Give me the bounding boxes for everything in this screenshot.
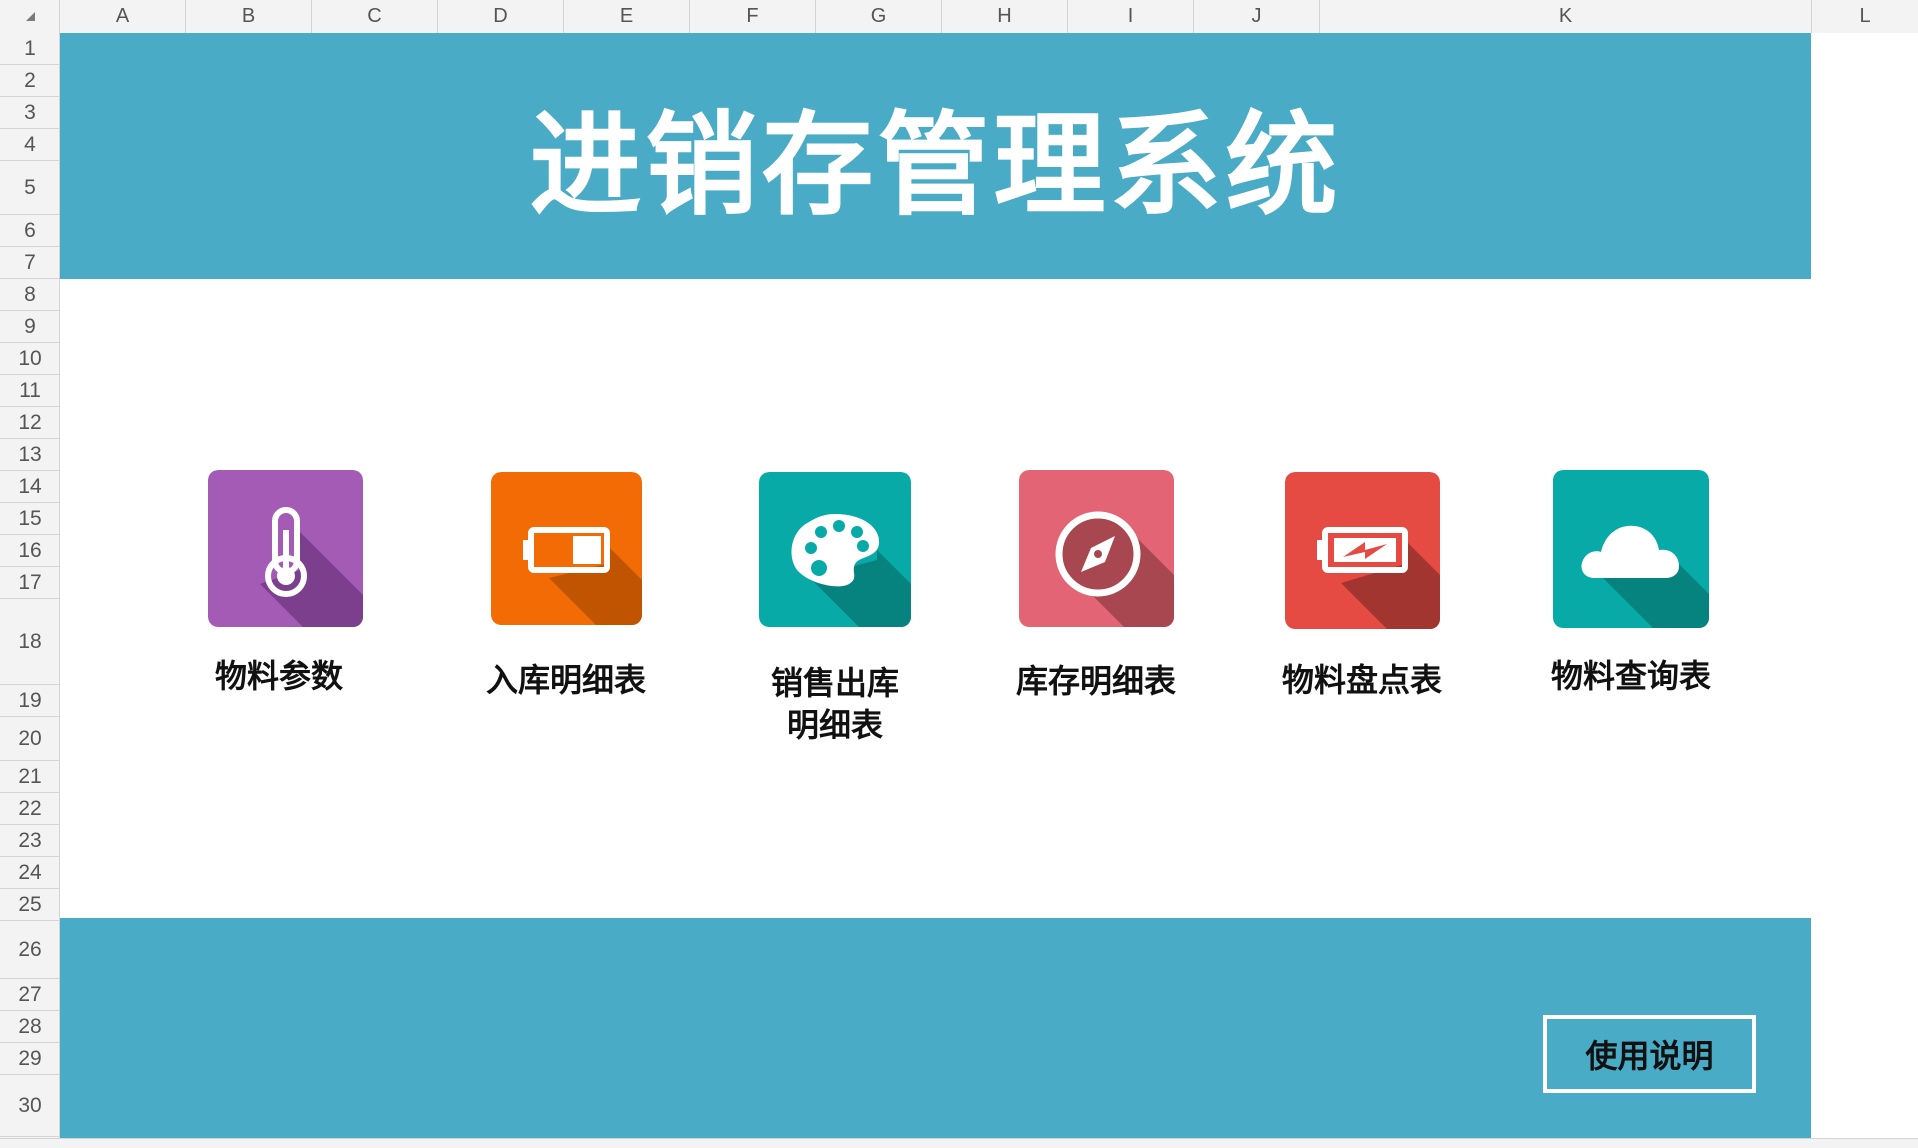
row-header-20[interactable]: 20 bbox=[0, 717, 60, 761]
column-header-g[interactable]: G bbox=[816, 0, 942, 33]
compass-icon bbox=[1019, 470, 1174, 627]
column-header-l[interactable]: L bbox=[1812, 0, 1918, 33]
row-header-16[interactable]: 16 bbox=[0, 535, 60, 567]
column-header-j[interactable]: J bbox=[1194, 0, 1320, 33]
row-header-2[interactable]: 2 bbox=[0, 65, 60, 97]
row-header-24[interactable]: 24 bbox=[0, 857, 60, 889]
tile-material-stocktake[interactable]: 物料盘点表 bbox=[1282, 472, 1442, 699]
tile-label: 销售出库 明细表 bbox=[770, 664, 899, 744]
palette-icon bbox=[759, 472, 911, 627]
help-button[interactable]: 使用说明 bbox=[1543, 1015, 1756, 1093]
row-header-6[interactable]: 6 bbox=[0, 215, 60, 247]
tile-material-params[interactable]: 物料参数 bbox=[208, 470, 363, 695]
tile-inbound-details[interactable]: 入库明细表 bbox=[486, 472, 646, 699]
row-header-15[interactable]: 15 bbox=[0, 503, 60, 535]
battery-icon bbox=[491, 472, 642, 625]
row-header-5[interactable]: 5 bbox=[0, 161, 60, 215]
row-header-29[interactable]: 29 bbox=[0, 1043, 60, 1075]
tile-inventory-details[interactable]: 库存明细表 bbox=[1016, 470, 1176, 700]
row-header-10[interactable]: 10 bbox=[0, 343, 60, 375]
column-header-i[interactable]: I bbox=[1068, 0, 1194, 33]
row-header-18[interactable]: 18 bbox=[0, 599, 60, 685]
column-header-e[interactable]: E bbox=[564, 0, 690, 33]
row-header-25[interactable]: 25 bbox=[0, 889, 60, 921]
tile-label: 物料盘点表 bbox=[1281, 661, 1442, 699]
row-header-1[interactable]: 1 bbox=[0, 33, 60, 65]
column-header-d[interactable]: D bbox=[438, 0, 564, 33]
column-header-b[interactable]: B bbox=[186, 0, 312, 33]
battery-charging-icon bbox=[1285, 472, 1440, 629]
row-header-19[interactable]: 19 bbox=[0, 685, 60, 717]
tile-label: 物料参数 bbox=[214, 657, 343, 695]
row-header-22[interactable]: 22 bbox=[0, 793, 60, 825]
column-header-c[interactable]: C bbox=[312, 0, 438, 33]
column-header-k[interactable]: K bbox=[1320, 0, 1812, 33]
row-header-28[interactable]: 28 bbox=[0, 1011, 60, 1043]
empty-column-area[interactable] bbox=[1811, 33, 1918, 1138]
row-header-4[interactable]: 4 bbox=[0, 129, 60, 161]
row-header-27[interactable]: 27 bbox=[0, 979, 60, 1011]
row-header-21[interactable]: 21 bbox=[0, 761, 60, 793]
cloud-icon bbox=[1553, 470, 1709, 628]
row-header-8[interactable]: 8 bbox=[0, 279, 60, 311]
row-header-13[interactable]: 13 bbox=[0, 439, 60, 471]
tile-material-query[interactable]: 物料查询表 bbox=[1551, 470, 1711, 695]
row-header-12[interactable]: 12 bbox=[0, 407, 60, 439]
row-header-14[interactable]: 14 bbox=[0, 471, 60, 503]
row-header-17[interactable]: 17 bbox=[0, 567, 60, 599]
row-header: 1 2 3 4 5 6 7 8 9 10 11 12 13 14 15 16 1… bbox=[0, 33, 60, 1147]
title-banner: 进销存管理系统 bbox=[60, 33, 1811, 279]
page-title: 进销存管理系统 bbox=[529, 101, 1342, 231]
row-header-3[interactable]: 3 bbox=[0, 97, 60, 129]
tile-label: 库存明细表 bbox=[1015, 662, 1176, 700]
row-header-9[interactable]: 9 bbox=[0, 311, 60, 343]
thermometer-icon bbox=[208, 470, 363, 627]
column-header-f[interactable]: F bbox=[690, 0, 816, 33]
column-header-h[interactable]: H bbox=[942, 0, 1068, 33]
row-header-11[interactable]: 11 bbox=[0, 375, 60, 407]
tile-label: 物料查询表 bbox=[1550, 657, 1711, 695]
select-all-corner[interactable] bbox=[0, 0, 60, 33]
column-header-a[interactable]: A bbox=[60, 0, 186, 33]
row-header-26[interactable]: 26 bbox=[0, 921, 60, 979]
row-header-30[interactable]: 30 bbox=[0, 1075, 60, 1137]
row-header-23[interactable]: 23 bbox=[0, 825, 60, 857]
column-header: A B C D E F G H I J K L bbox=[0, 0, 1918, 34]
tile-sales-outbound-details[interactable]: 销售出库 明细表 bbox=[759, 472, 911, 744]
select-all-icon bbox=[26, 12, 35, 21]
row-header-7[interactable]: 7 bbox=[0, 247, 60, 279]
tile-label: 入库明细表 bbox=[485, 661, 646, 699]
